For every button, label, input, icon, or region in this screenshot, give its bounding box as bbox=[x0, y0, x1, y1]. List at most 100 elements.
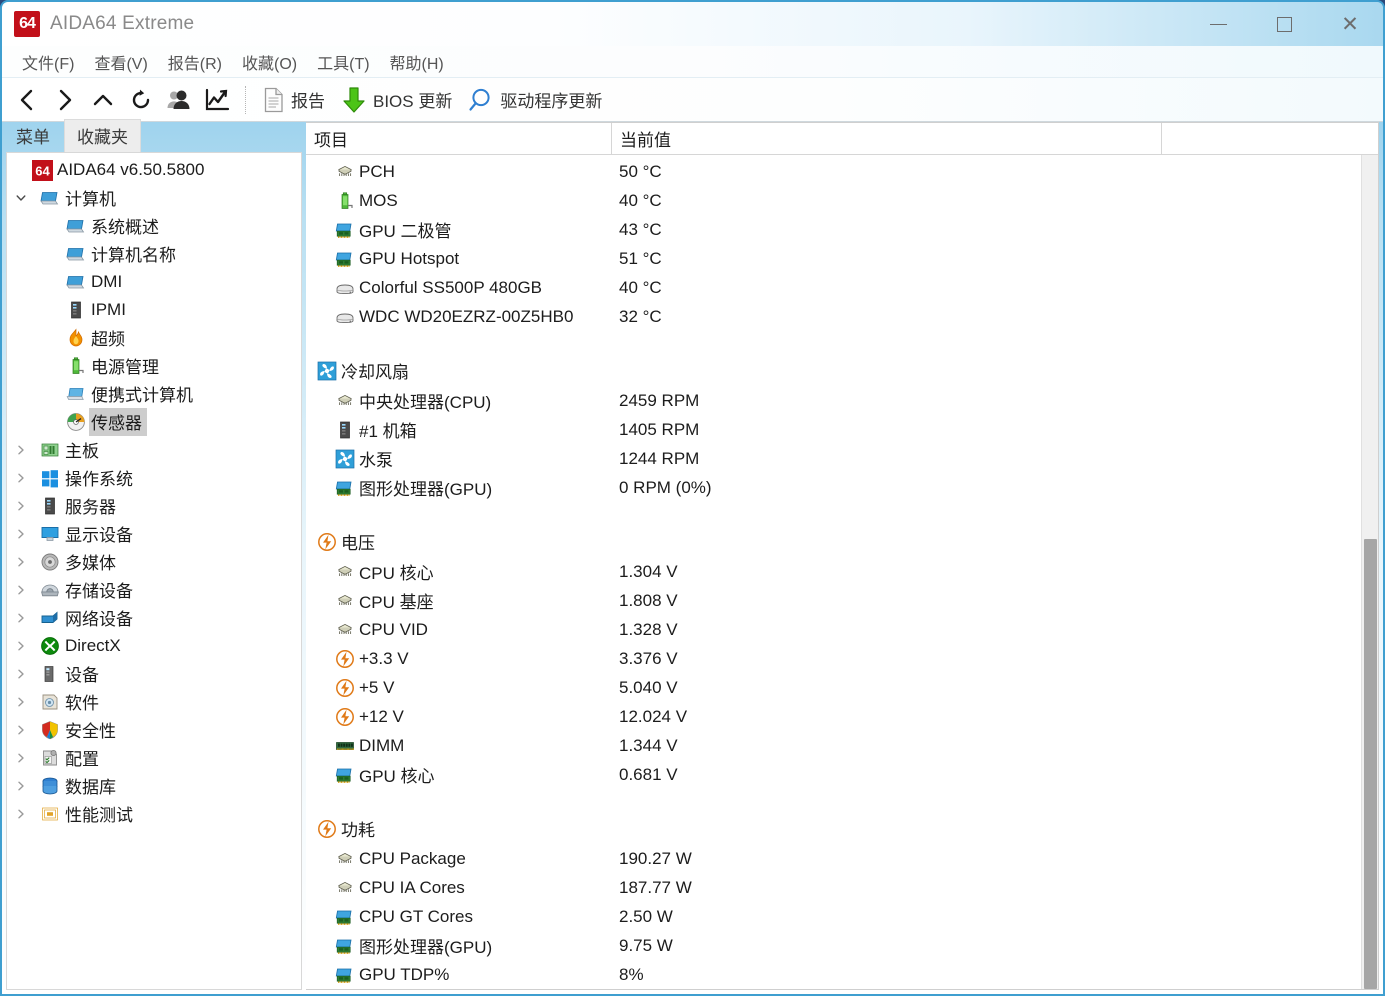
forward-button[interactable] bbox=[46, 82, 84, 118]
sidebar-item-22[interactable]: 性能测试 bbox=[7, 800, 301, 828]
sensor-value: 9.75 W bbox=[619, 935, 673, 955]
sidebar-item-15[interactable]: 网络设备 bbox=[7, 604, 301, 632]
maximize-button[interactable] bbox=[1251, 2, 1317, 46]
chevron-right-icon[interactable] bbox=[15, 472, 37, 484]
bios-update-button[interactable]: BIOS 更新 bbox=[333, 82, 460, 118]
sidebar-item-21[interactable]: 数据库 bbox=[7, 772, 301, 800]
chevron-right-icon[interactable] bbox=[15, 584, 37, 596]
sidebar-item-13[interactable]: 多媒体 bbox=[7, 548, 301, 576]
section-label: 冷却风扇 bbox=[341, 363, 409, 382]
sidebar-item-16[interactable]: DirectX bbox=[7, 632, 301, 660]
sensor-row[interactable]: GPU Hotspot 51 °C bbox=[306, 244, 1378, 273]
sensor-row[interactable]: #1 机箱 1405 RPM bbox=[306, 415, 1378, 444]
chevron-right-icon[interactable] bbox=[15, 724, 37, 736]
document-icon bbox=[263, 87, 285, 113]
sidebar-item-19[interactable]: 安全性 bbox=[7, 716, 301, 744]
tab-favorites[interactable]: 收藏夹 bbox=[64, 119, 141, 152]
menu-tools[interactable]: 工具(T) bbox=[307, 48, 379, 76]
sensor-row[interactable]: 中央处理器(CPU) 2459 RPM bbox=[306, 386, 1378, 415]
sensor-row[interactable]: CPU Package 190.27 W bbox=[306, 844, 1378, 873]
sidebar-item-1[interactable]: 系统概述 bbox=[7, 212, 301, 240]
sidebar-item-11[interactable]: 服务器 bbox=[7, 492, 301, 520]
sensor-label: +3.3 V bbox=[359, 648, 409, 668]
menu-help[interactable]: 帮助(H) bbox=[380, 48, 454, 76]
sensor-label: +5 V bbox=[359, 677, 395, 697]
sensor-row[interactable]: MOS 40 °C bbox=[306, 186, 1378, 215]
sidebar-item-7[interactable]: 便携式计算机 bbox=[7, 380, 301, 408]
chevron-right-icon[interactable] bbox=[15, 528, 37, 540]
vertical-scrollbar[interactable] bbox=[1361, 155, 1378, 989]
sidebar-item-8[interactable]: 传感器 bbox=[7, 408, 301, 436]
chevron-right-icon[interactable] bbox=[15, 808, 37, 820]
sensor-row[interactable]: 图形处理器(GPU) 0 RPM (0%) bbox=[306, 473, 1378, 502]
scrollbar-thumb[interactable] bbox=[1364, 538, 1377, 989]
sensor-row[interactable]: DIMM 1.344 V bbox=[306, 731, 1378, 760]
sidebar-item-4[interactable]: IPMI bbox=[7, 296, 301, 324]
refresh-button[interactable] bbox=[122, 82, 160, 118]
users-button[interactable] bbox=[160, 82, 198, 118]
chevron-right-icon[interactable] bbox=[15, 612, 37, 624]
sensor-row[interactable]: PCH 50 °C bbox=[306, 157, 1378, 186]
chevron-right-icon[interactable] bbox=[15, 696, 37, 708]
sidebar-item-12[interactable]: 显示设备 bbox=[7, 520, 301, 548]
sensor-row[interactable]: GPU 核心 0.681 V bbox=[306, 760, 1378, 789]
sensor-name-cell: +5 V bbox=[306, 678, 611, 698]
sidebar-item-17[interactable]: 设备 bbox=[7, 660, 301, 688]
menu-view[interactable]: 查看(V) bbox=[84, 48, 157, 76]
bios-update-label: BIOS 更新 bbox=[373, 92, 453, 111]
sidebar-item-14[interactable]: 存储设备 bbox=[7, 576, 301, 604]
up-button[interactable] bbox=[84, 82, 122, 118]
column-header-extra[interactable] bbox=[1161, 123, 1378, 154]
sidebar-item-6[interactable]: 电源管理 bbox=[7, 352, 301, 380]
menu-favorites[interactable]: 收藏(O) bbox=[232, 48, 307, 76]
sensor-row[interactable]: +12 V 12.024 V bbox=[306, 702, 1378, 731]
sensor-row[interactable]: CPU 基座 1.808 V bbox=[306, 586, 1378, 615]
chevron-right-icon[interactable] bbox=[15, 780, 37, 792]
sidebar-item-20[interactable]: 配置 bbox=[7, 744, 301, 772]
sensor-name-cell: WDC WD20EZRZ-00Z5HB0 bbox=[306, 307, 611, 327]
sensor-row[interactable]: WDC WD20EZRZ-00Z5HB0 32 °C bbox=[306, 302, 1378, 331]
minimize-button[interactable] bbox=[1185, 2, 1251, 46]
sensor-row[interactable]: 图形处理器(GPU) 9.75 W bbox=[306, 931, 1378, 960]
sensor-row[interactable]: CPU VID 1.328 V bbox=[306, 615, 1378, 644]
sensor-row[interactable]: Colorful SS500P 480GB 40 °C bbox=[306, 273, 1378, 302]
sidebar-item-5[interactable]: 超频 bbox=[7, 324, 301, 352]
sidebar-item-18[interactable]: 软件 bbox=[7, 688, 301, 716]
chevron-right-icon[interactable] bbox=[15, 752, 37, 764]
navigation-tree[interactable]: 64 AIDA64 v6.50.5800 计算机 系统概述 计算机名称 DMI IPMI… bbox=[6, 152, 302, 990]
sensor-row[interactable]: CPU 核心 1.304 V bbox=[306, 557, 1378, 586]
sensor-row[interactable]: +3.3 V 3.376 V bbox=[306, 644, 1378, 673]
sidebar-item-2[interactable]: 计算机名称 bbox=[7, 240, 301, 268]
sidebar-item-9[interactable]: 主板 bbox=[7, 436, 301, 464]
back-button[interactable] bbox=[8, 82, 46, 118]
close-button[interactable]: ✕ bbox=[1317, 2, 1383, 46]
sidebar-item-3[interactable]: DMI bbox=[7, 268, 301, 296]
sensor-row[interactable]: 水泵 1244 RPM bbox=[306, 444, 1378, 473]
sidebar-item-10[interactable]: 操作系统 bbox=[7, 464, 301, 492]
sensor-row[interactable]: CPU GT Cores 2.50 W bbox=[306, 902, 1378, 931]
chevron-right-icon[interactable] bbox=[15, 640, 37, 652]
sidebar-item-0[interactable]: 计算机 bbox=[7, 184, 301, 212]
chart-button[interactable] bbox=[198, 82, 236, 118]
chevron-right-icon[interactable] bbox=[15, 500, 37, 512]
chevron-right-icon[interactable] bbox=[15, 668, 37, 680]
column-header-item[interactable]: 项目 bbox=[306, 123, 611, 154]
report-button[interactable]: 报告 bbox=[255, 82, 333, 118]
sidebar-item-label: 显示设备 bbox=[65, 526, 133, 545]
sensor-row[interactable]: CPU IA Cores 187.77 W bbox=[306, 873, 1378, 902]
sensor-row[interactable]: GPU 二极管 43 °C bbox=[306, 215, 1378, 244]
content-pane: 项目 当前值 PCH 50 °C MOS 40 °C GPU 二极管 43 °C GPU H… bbox=[306, 122, 1379, 990]
menu-report[interactable]: 报告(R) bbox=[158, 48, 232, 76]
tree-root-aida64[interactable]: 64 AIDA64 v6.50.5800 bbox=[7, 156, 301, 184]
tab-menu[interactable]: 菜单 bbox=[10, 120, 64, 152]
chevron-down-icon[interactable] bbox=[15, 192, 37, 204]
sensor-label: GPU Hotspot bbox=[359, 248, 460, 268]
sensor-row[interactable]: GPU TDP% 8% bbox=[306, 960, 1378, 989]
driver-update-button[interactable]: 驱动程序更新 bbox=[460, 82, 610, 118]
menu-file[interactable]: 文件(F) bbox=[12, 48, 84, 76]
sensor-row[interactable]: +5 V 5.040 V bbox=[306, 673, 1378, 702]
sensor-label: GPU TDP% bbox=[359, 964, 450, 984]
column-header-value[interactable]: 当前值 bbox=[611, 123, 1161, 154]
chevron-right-icon[interactable] bbox=[15, 444, 37, 456]
chevron-right-icon[interactable] bbox=[15, 556, 37, 568]
